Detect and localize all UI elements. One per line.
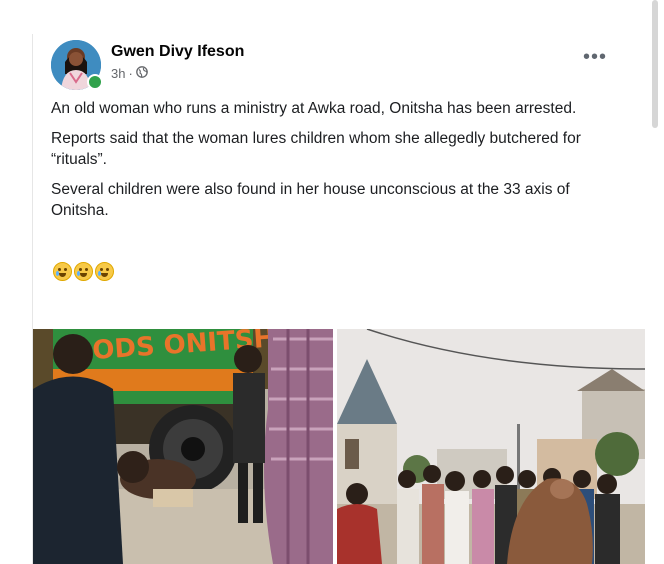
- post-time[interactable]: 3h: [111, 66, 125, 81]
- emoji-row: [53, 262, 114, 281]
- post-photo-left[interactable]: ODS ONITSH: [33, 329, 333, 564]
- post-paragraph-3: Several children were also found in her …: [51, 181, 570, 219]
- post-paragraph-1: An old woman who runs a ministry at Awka…: [51, 100, 577, 117]
- meta-separator: ·: [128, 66, 133, 81]
- globe-icon[interactable]: [135, 66, 148, 81]
- post-paragraph-2: Reports said that the woman lures childr…: [51, 130, 581, 168]
- scrollbar-thumb[interactable]: [652, 0, 658, 128]
- more-options-icon[interactable]: •••: [583, 46, 607, 69]
- crying-face-icon: [74, 262, 93, 281]
- post-body: An old woman who runs a ministry at Awka…: [51, 98, 611, 230]
- post-photo-right[interactable]: [337, 329, 645, 564]
- crying-face-icon: [53, 262, 72, 281]
- crying-face-icon: [95, 262, 114, 281]
- post-meta: 3h ·: [111, 66, 148, 81]
- facebook-post: Gwen Divy Ifeson 3h · ••• An old woman w…: [32, 34, 645, 564]
- online-status-dot: [87, 74, 103, 90]
- author-name[interactable]: Gwen Divy Ifeson: [111, 43, 244, 61]
